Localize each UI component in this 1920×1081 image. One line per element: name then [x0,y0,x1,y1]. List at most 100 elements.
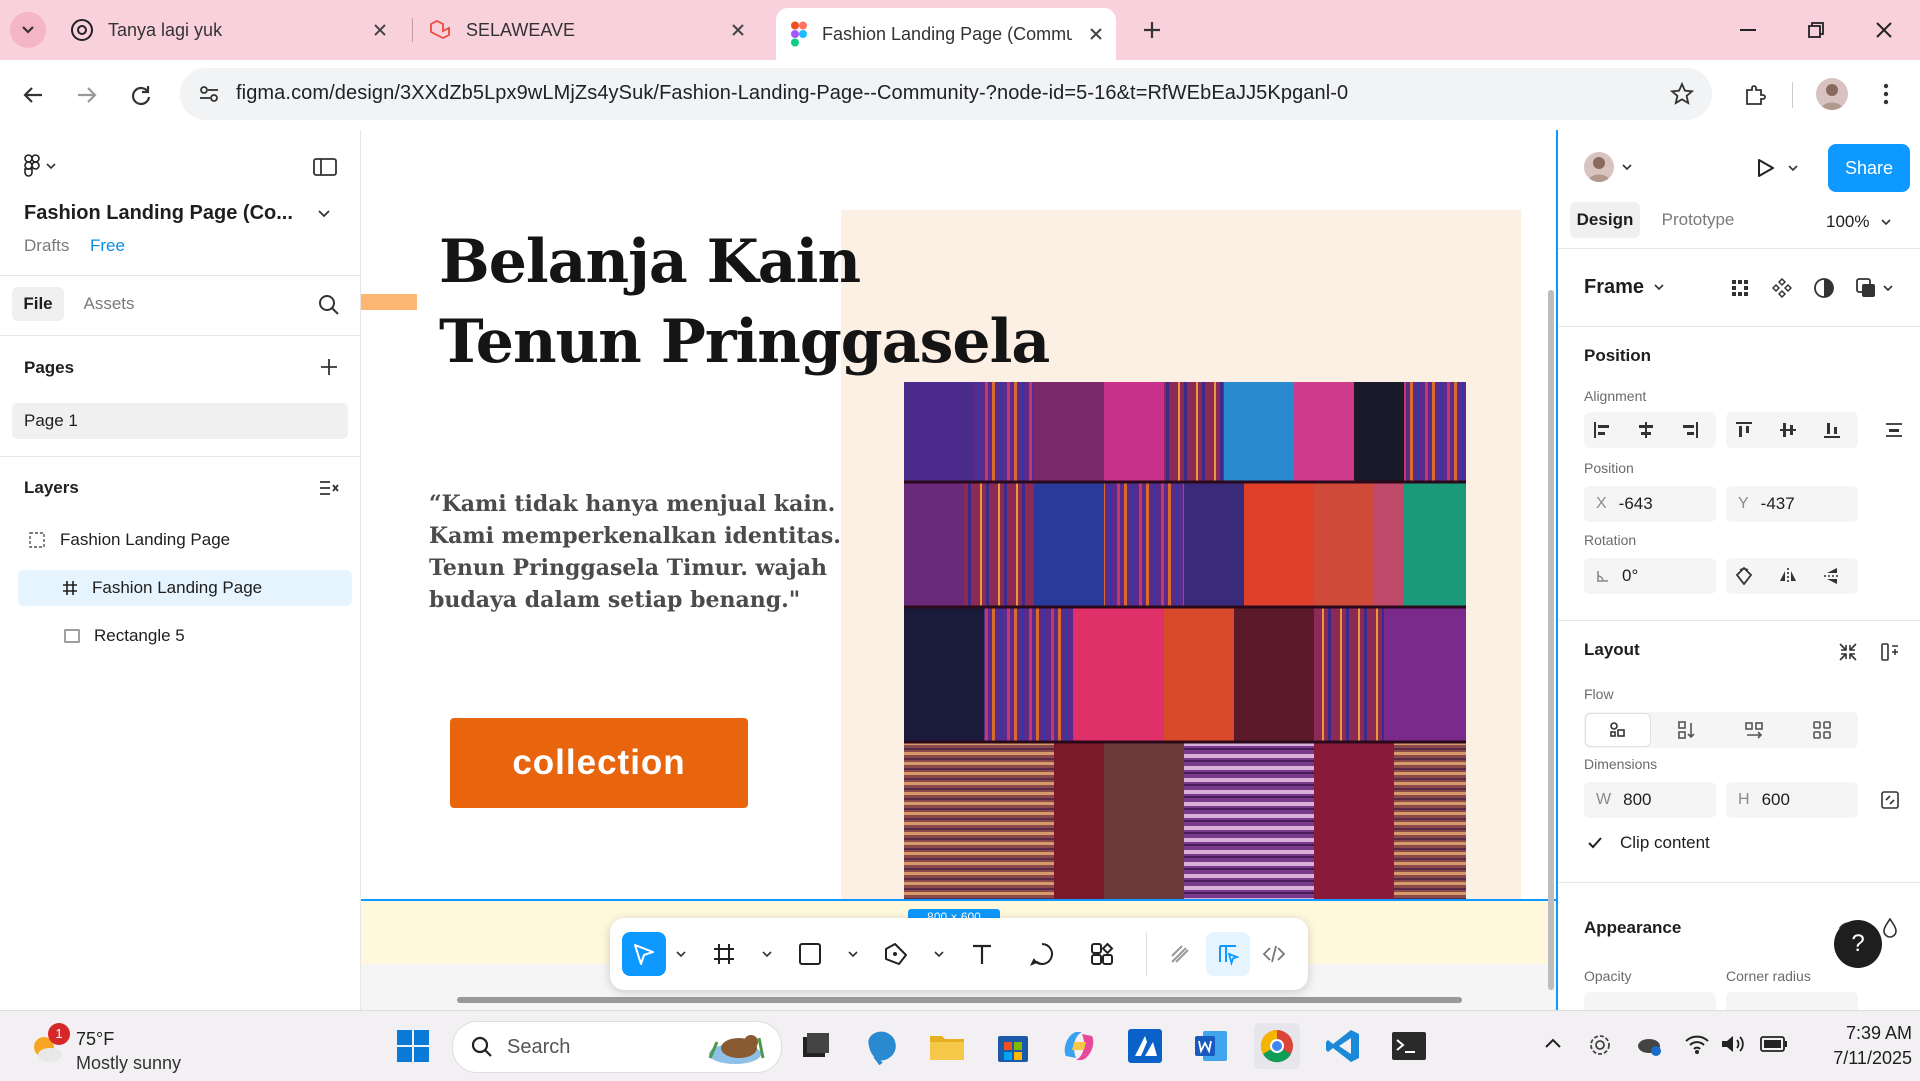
reload-button[interactable] [122,76,160,114]
chrome-menu-button[interactable] [1870,78,1902,110]
restore-button[interactable] [1798,14,1834,46]
shape-tool[interactable] [788,932,832,976]
pen-tool[interactable] [874,932,918,976]
vscode-button[interactable] [1320,1023,1366,1069]
battery-icon[interactable] [1760,1036,1788,1052]
draw-mode-button[interactable] [1158,932,1202,976]
resize-to-fit-button[interactable] [1874,784,1906,816]
taskbar-search[interactable]: Search [452,1021,782,1073]
mask-button[interactable] [1808,272,1840,304]
vertical-scrollbar[interactable] [1548,290,1554,990]
file-name[interactable]: Fashion Landing Page (Co... [24,202,293,225]
onedrive-icon[interactable] [1636,1033,1662,1057]
close-window-button[interactable] [1866,14,1902,46]
create-component-button[interactable] [1766,272,1798,304]
terminal-button[interactable] [1386,1023,1432,1069]
flow-horizontal-button[interactable] [1722,714,1786,746]
collapse-layers-icon[interactable] [318,478,340,498]
chevron-down-icon[interactable] [318,210,330,218]
azure-app-button[interactable] [1122,1023,1168,1069]
volume-icon[interactable] [1720,1033,1746,1055]
height-input[interactable]: H 600 [1726,782,1858,818]
rotation-input[interactable]: 0° [1584,558,1716,594]
close-tab-icon[interactable] [370,20,390,40]
word-button[interactable] [1188,1023,1234,1069]
distribute-button[interactable] [1878,414,1910,446]
auto-layout-button[interactable] [1874,636,1906,668]
flip-vertical-button[interactable] [1816,560,1848,592]
page-item[interactable]: Page 1 [12,403,348,439]
present-button[interactable] [1754,152,1802,184]
tab-prototype[interactable]: Prototype [1650,202,1746,238]
hero-headline[interactable]: Belanja Kain Tenun Pringgasela [439,222,1050,382]
landing-page-frame[interactable]: Belanja Kain Tenun Pringgasela “Kami tid… [361,130,1556,900]
frame-grid-button[interactable] [1724,272,1756,304]
layer-row[interactable]: Fashion Landing Page [18,522,352,558]
collection-button[interactable]: collection [450,718,748,808]
task-view-button[interactable] [792,1023,838,1069]
design-mode-button[interactable] [1206,932,1250,976]
tab-search-dropdown[interactable] [10,12,46,48]
dev-mode-button[interactable] [1252,932,1296,976]
comment-tool[interactable] [1020,932,1064,976]
rotate-90-button[interactable] [1728,560,1760,592]
corner-radius-input[interactable] [1726,992,1858,1010]
actions-tool[interactable] [1080,932,1124,976]
zoom-dropdown[interactable]: 100% [1826,210,1910,234]
chevron-down-icon[interactable] [762,951,772,958]
align-right-button[interactable] [1674,414,1706,446]
copilot-app-button[interactable] [858,1023,904,1069]
file-location[interactable]: Drafts [24,236,69,256]
layer-row[interactable]: Rectangle 5 [18,618,352,654]
frame-type-dropdown[interactable]: Frame [1584,274,1664,300]
forward-button[interactable] [68,76,106,114]
width-input[interactable]: W 800 [1584,782,1716,818]
start-button[interactable] [390,1023,436,1069]
help-button[interactable]: ? [1834,920,1882,968]
share-button[interactable]: Share [1828,144,1910,192]
tab-chatgpt[interactable]: Tanya lagi yuk [70,8,400,52]
tab-file[interactable]: File [12,287,64,321]
flow-freeform-button[interactable] [1586,714,1650,746]
woven-fabric-image[interactable] [904,382,1466,900]
tab-figma-active[interactable]: Fashion Landing Page (Commun [776,8,1116,60]
align-bottom-button[interactable] [1816,414,1848,446]
file-explorer-button[interactable] [924,1023,970,1069]
frame-tool[interactable] [702,932,746,976]
sync-status-icon[interactable] [1588,1033,1612,1057]
close-tab-icon[interactable] [728,20,748,40]
collapse-layout-button[interactable] [1832,636,1864,668]
align-middle-button[interactable] [1772,414,1804,446]
copilot-button[interactable] [1056,1023,1102,1069]
new-tab-button[interactable] [1134,12,1170,48]
bookmark-star-icon[interactable] [1670,82,1694,106]
user-avatar-menu[interactable] [1584,150,1634,184]
layer-row-selected[interactable]: Fashion Landing Page [18,570,352,606]
boolean-button[interactable] [1850,272,1898,304]
address-bar[interactable]: figma.com/design/3XXdZb5Lpx9wLMjZs4ySuk/… [180,68,1712,120]
figma-canvas[interactable]: Belanja Kain Tenun Pringgasela “Kami tid… [361,130,1556,1010]
flow-grid-button[interactable] [1790,714,1854,746]
weather-widget[interactable]: 1 75°F Mostly sunny [26,1019,206,1073]
chrome-button[interactable] [1254,1023,1300,1069]
figma-main-menu[interactable] [24,152,68,180]
microsoft-store-button[interactable] [990,1023,1036,1069]
chevron-down-icon[interactable] [848,951,858,958]
site-info-icon[interactable] [198,83,220,105]
search-icon[interactable] [318,294,340,316]
chevron-up-icon[interactable] [1544,1037,1562,1049]
profile-avatar[interactable] [1816,78,1848,110]
tab-assets[interactable]: Assets [74,287,144,321]
tab-selaweave[interactable]: SELAWEAVE [428,8,758,52]
y-position-input[interactable]: Y -437 [1726,486,1858,522]
clip-content-checkbox[interactable]: Clip content [1584,830,1710,856]
hero-quote[interactable]: “Kami tidak hanya menjual kain. Kami mem… [429,488,899,616]
tab-design[interactable]: Design [1570,202,1640,238]
horizontal-scrollbar[interactable] [457,997,1462,1003]
back-button[interactable] [14,76,52,114]
text-tool[interactable] [960,932,1004,976]
chevron-down-icon[interactable] [934,951,944,958]
flow-vertical-button[interactable] [1654,714,1718,746]
close-tab-icon[interactable] [1086,24,1106,44]
flip-horizontal-button[interactable] [1772,560,1804,592]
